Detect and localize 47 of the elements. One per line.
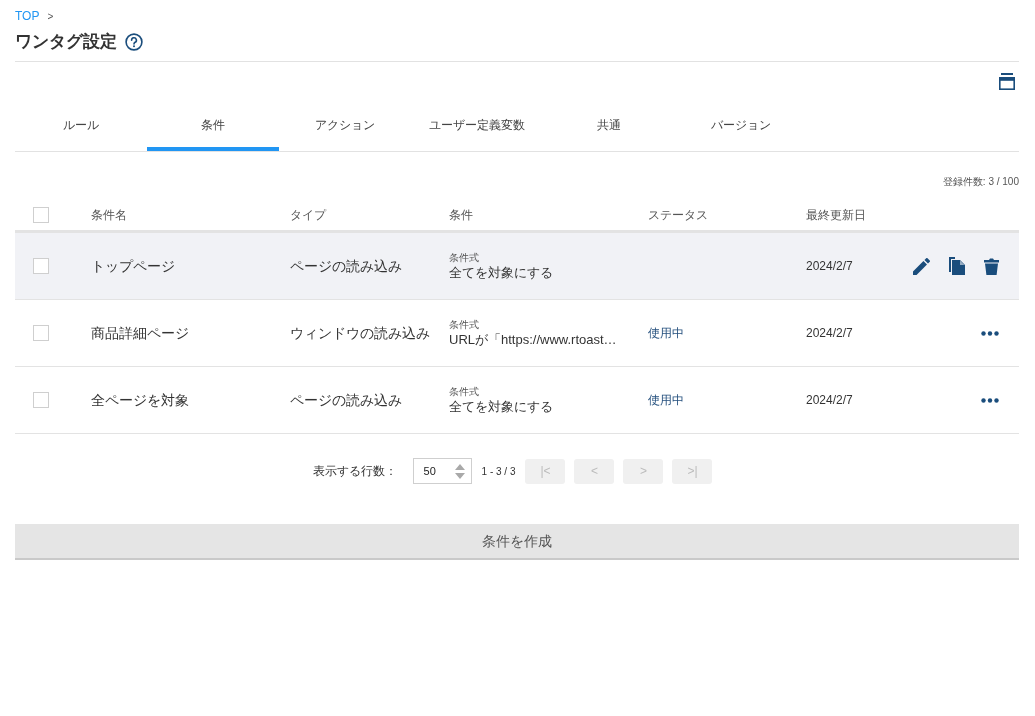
rows-per-page-label: 表示する行数： bbox=[312, 463, 397, 480]
table-cell: 2024/2/7 bbox=[806, 393, 853, 408]
more-icon[interactable] bbox=[981, 330, 999, 336]
table-cell: ページの読み込み bbox=[290, 257, 402, 274]
status-text: 使用中 bbox=[648, 393, 684, 408]
condition-label: 条件式 bbox=[449, 318, 479, 331]
table-cell: 2024/2/7 bbox=[806, 259, 853, 274]
table-cell: ページの読み込み bbox=[290, 391, 402, 408]
condition-label: 条件式 bbox=[449, 385, 479, 398]
page-range: 1 - 3 / 3 bbox=[481, 464, 516, 479]
create-condition-button[interactable]: 条件を作成 bbox=[15, 524, 1019, 560]
table-cell: 全ページを対象 bbox=[91, 391, 189, 408]
record-count: 登録件数: 3 / 100 bbox=[941, 175, 1019, 189]
table-cell: 2024/2/7 bbox=[806, 326, 853, 341]
table-cell: 全てを対象にする bbox=[449, 263, 553, 281]
checkbox[interactable] bbox=[33, 258, 49, 274]
copy-icon[interactable] bbox=[949, 257, 965, 275]
checkbox[interactable] bbox=[33, 206, 49, 223]
table-cell: ウィンドウの読み込み bbox=[290, 324, 430, 341]
tab[interactable]: 共通 bbox=[543, 103, 675, 151]
stacked-tray-icon[interactable] bbox=[999, 73, 1015, 90]
rows-per-page-select[interactable]: 50 bbox=[412, 458, 472, 484]
up-down-arrows-icon bbox=[454, 463, 465, 479]
column-header: 条件名 bbox=[91, 207, 127, 222]
table-cell: 全てを対象にする bbox=[449, 397, 553, 415]
checkbox[interactable] bbox=[33, 325, 49, 341]
tab[interactable]: バージョン bbox=[675, 103, 807, 151]
tab[interactable]: ユーザー定義変数 bbox=[411, 103, 543, 151]
pencil-icon[interactable] bbox=[913, 257, 930, 275]
breadcrumb-separator: > bbox=[47, 9, 54, 24]
table-cell: 商品詳細ページ bbox=[91, 324, 189, 341]
tab[interactable]: ルール bbox=[15, 103, 147, 151]
trash-icon[interactable] bbox=[984, 257, 999, 275]
table-cell: URLが「https://www.rtoast… bbox=[449, 330, 617, 348]
page-title: ワンタグ設定 bbox=[15, 31, 117, 53]
more-icon[interactable] bbox=[981, 397, 999, 403]
table-cell: トップページ bbox=[91, 257, 175, 274]
status-text: 使用中 bbox=[648, 326, 684, 341]
tab[interactable]: アクション bbox=[279, 103, 411, 151]
column-header: 条件 bbox=[449, 207, 473, 222]
column-header: ステータス bbox=[648, 207, 708, 222]
tab[interactable]: 条件 bbox=[147, 103, 279, 151]
column-header: タイプ bbox=[290, 207, 326, 222]
condition-label: 条件式 bbox=[449, 251, 479, 264]
column-header: 最終更新日 bbox=[806, 207, 866, 222]
checkbox[interactable] bbox=[33, 392, 49, 408]
help-icon[interactable] bbox=[125, 33, 143, 51]
